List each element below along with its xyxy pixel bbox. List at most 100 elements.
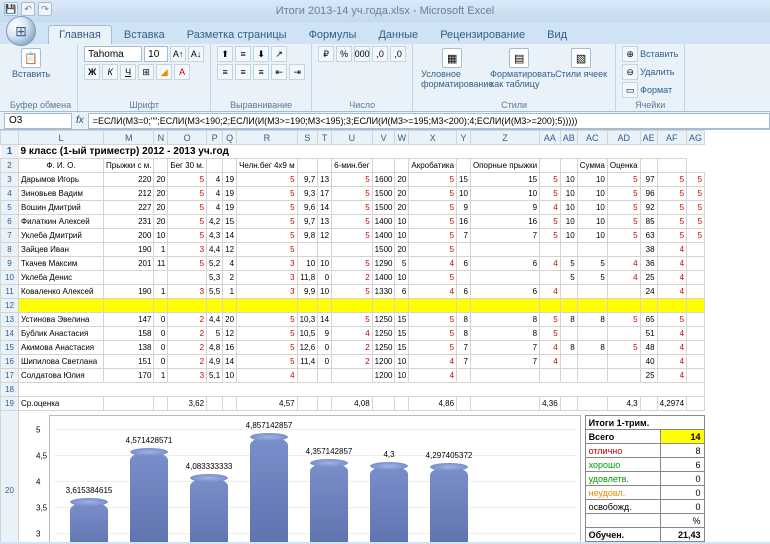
cell[interactable]: 4 [409, 369, 457, 383]
cell[interactable]: 5 [540, 313, 561, 327]
cell[interactable]: 1200 [372, 355, 395, 369]
cell[interactable]: 10 [470, 187, 539, 201]
cell[interactable] [560, 327, 577, 341]
ribbon-tab-0[interactable]: Главная [48, 25, 112, 44]
align-bottom-button[interactable]: ⬇ [253, 46, 269, 62]
cell[interactable]: 10 [297, 257, 318, 271]
cell[interactable]: 38 [640, 243, 657, 257]
grow-font-button[interactable]: A↑ [170, 46, 186, 62]
row-header[interactable]: 12 [1, 299, 19, 313]
cell[interactable] [560, 299, 577, 313]
cell[interactable]: 10 [395, 369, 409, 383]
cell[interactable]: 7 [470, 229, 539, 243]
cell[interactable] [687, 243, 705, 257]
cell[interactable]: 4 [657, 257, 686, 271]
ribbon-tab-2[interactable]: Разметка страницы [177, 26, 297, 44]
col-header[interactable]: U [332, 131, 373, 145]
cell[interactable]: 1330 [372, 285, 395, 299]
cell[interactable]: 4 [207, 187, 223, 201]
cell[interactable]: 63 [640, 229, 657, 243]
cell[interactable]: 8 [577, 341, 607, 355]
align-right-button[interactable]: ≡ [253, 64, 269, 80]
cell[interactable]: 1400 [372, 229, 395, 243]
cell[interactable]: 9,7 [297, 215, 318, 229]
cell[interactable]: 6 [470, 285, 539, 299]
font-color-button[interactable]: A [174, 64, 190, 80]
cell[interactable] [332, 299, 373, 313]
cell[interactable]: 5 [687, 201, 705, 215]
cell[interactable]: 14 [318, 201, 332, 215]
cell-styles-button[interactable]: ▧ Стили ячеек [553, 46, 609, 81]
cell[interactable]: 5 [237, 313, 298, 327]
col-header[interactable]: Z [470, 131, 539, 145]
cell[interactable]: 1 [223, 285, 237, 299]
col-header[interactable]: AD [607, 131, 640, 145]
cell[interactable] [560, 369, 577, 383]
cell[interactable]: 9 [470, 201, 539, 215]
row-header[interactable]: 10 [1, 271, 19, 285]
cell[interactable]: 5 [332, 173, 373, 187]
cell[interactable]: 2 [223, 271, 237, 285]
cell[interactable]: 20 [154, 201, 168, 215]
cell[interactable]: 10 [395, 215, 409, 229]
cell[interactable]: 6 [470, 257, 539, 271]
cell[interactable]: 20 [395, 187, 409, 201]
cell[interactable]: 5,1 [207, 369, 223, 383]
cell[interactable]: 0 [318, 271, 332, 285]
cell[interactable]: 48 [640, 341, 657, 355]
cell[interactable]: 5 [168, 201, 207, 215]
cell[interactable]: 16 [457, 215, 471, 229]
cell[interactable]: 5 [409, 313, 457, 327]
cell[interactable]: 15 [457, 173, 471, 187]
cell[interactable]: 11,4 [297, 355, 318, 369]
cell[interactable]: 5 [540, 229, 561, 243]
cell[interactable] [168, 271, 207, 285]
cell[interactable]: 5 [607, 187, 640, 201]
cell[interactable]: 4 [607, 257, 640, 271]
cell[interactable]: 10 [154, 229, 168, 243]
cell[interactable]: 5 [540, 215, 561, 229]
cell[interactable]: 4 [657, 271, 686, 285]
cell[interactable] [372, 299, 395, 313]
row-header[interactable]: 3 [1, 173, 19, 187]
cell[interactable] [104, 299, 154, 313]
shrink-font-button[interactable]: A↓ [188, 46, 204, 62]
cell[interactable] [470, 243, 539, 257]
cell[interactable] [297, 299, 318, 313]
cell[interactable]: 5 [607, 341, 640, 355]
bold-button[interactable]: Ж [84, 64, 100, 80]
cell[interactable]: 3 [168, 369, 207, 383]
cell[interactable] [154, 271, 168, 285]
cell[interactable] [560, 285, 577, 299]
cell[interactable]: 10,3 [297, 313, 318, 327]
cell[interactable]: 19 [223, 201, 237, 215]
cell[interactable]: 13 [318, 215, 332, 229]
cell[interactable]: 158 [104, 327, 154, 341]
inc-decimal-button[interactable]: ,0 [372, 46, 388, 62]
cell[interactable]: 4 [657, 285, 686, 299]
cell[interactable]: 1400 [372, 215, 395, 229]
align-center-button[interactable]: ≡ [235, 64, 251, 80]
indent-dec-button[interactable]: ⇤ [271, 64, 287, 80]
cell[interactable] [297, 369, 318, 383]
cell[interactable]: 8 [560, 341, 577, 355]
cell[interactable]: 10 [560, 201, 577, 215]
cell[interactable]: 10,5 [297, 327, 318, 341]
cell[interactable] [540, 299, 561, 313]
cell[interactable]: 3 [168, 243, 207, 257]
row-header[interactable]: 17 [1, 369, 19, 383]
col-header[interactable] [1, 131, 19, 145]
cell[interactable]: 96 [640, 187, 657, 201]
align-left-button[interactable]: ≡ [217, 64, 233, 80]
cell[interactable]: 4 [409, 257, 457, 271]
ribbon-tab-4[interactable]: Данные [368, 26, 428, 44]
cell[interactable]: 5 [560, 257, 577, 271]
cell[interactable]: 20 [395, 201, 409, 215]
col-header[interactable]: AB [560, 131, 577, 145]
cell[interactable]: 1250 [372, 327, 395, 341]
cell[interactable]: 5 [332, 229, 373, 243]
cell[interactable]: 9 [457, 201, 471, 215]
font-family-combo[interactable]: Tahoma [84, 46, 142, 62]
cell[interactable]: 10 [457, 187, 471, 201]
cell[interactable]: 10 [577, 173, 607, 187]
